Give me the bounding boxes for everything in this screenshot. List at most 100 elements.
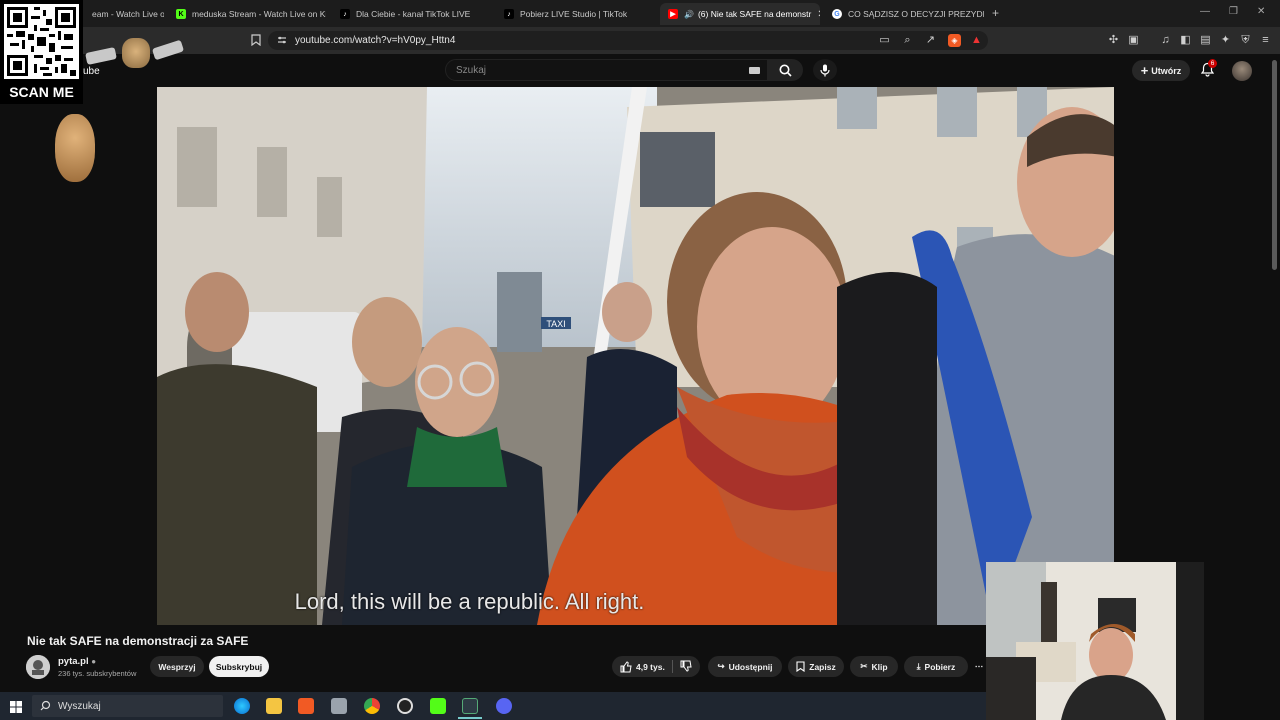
bookmark-icon[interactable]: [249, 34, 262, 47]
edge-icon[interactable]: [234, 698, 250, 714]
like-button[interactable]: 4,9 tys.: [620, 660, 665, 673]
cast-icon[interactable]: ▭: [878, 34, 891, 47]
page-scrollbar[interactable]: [1272, 60, 1277, 270]
keyboard-icon[interactable]: [749, 67, 760, 74]
browser-tab[interactable]: eam - Watch Live on: [84, 3, 164, 25]
save-button[interactable]: Zapisz: [788, 656, 844, 677]
tiktok-icon: ♪: [504, 9, 514, 19]
download-button[interactable]: ⤓ Pobierz: [904, 656, 968, 677]
chrome-icon[interactable]: [364, 698, 380, 714]
share-page-icon[interactable]: ↗: [924, 34, 937, 47]
webcam-overlay: [986, 562, 1204, 720]
search-icon: [779, 64, 792, 77]
like-count: 4,9 tys.: [636, 661, 665, 672]
kick-icon: K: [176, 9, 186, 19]
clip-button[interactable]: ✂ Klip: [850, 656, 898, 677]
tab-title: eam - Watch Live on: [92, 9, 164, 19]
file-explorer-icon[interactable]: [266, 698, 282, 714]
zoom-icon[interactable]: ⌕: [901, 34, 914, 47]
streaming-app-icon[interactable]: [462, 698, 478, 714]
minimize-icon[interactable]: —: [1200, 6, 1210, 17]
share-label: Udostępnij: [728, 661, 773, 672]
voice-search-button[interactable]: [813, 59, 837, 81]
tab-title: meduska Stream - Watch Live on Kick: [192, 9, 326, 19]
brave-rewards-icon[interactable]: ▲: [970, 34, 983, 47]
browser-tab-bar: eam - Watch Live on K meduska Stream - W…: [0, 0, 1280, 27]
audio-icon: 🔊: [684, 9, 694, 19]
thumbs-down-icon: [680, 660, 692, 672]
browser-tab[interactable]: K meduska Stream - Watch Live on Kick: [168, 3, 326, 25]
browser-tab-active[interactable]: ▶ 🔊 (6) Nie tak SAFE na demonstr ✕: [660, 3, 820, 25]
browser-tab[interactable]: G CO SĄDZISZ O DECYZJI PREZYDENTA: [824, 3, 984, 25]
video-subtitle: Lord, this will be a republic. All right…: [294, 589, 645, 614]
browser-tab[interactable]: ♪ Pobierz LIVE Studio | TikTok: [496, 3, 656, 25]
like-dislike-group: 4,9 tys.: [612, 656, 700, 677]
subscriber-count: 236 tys. subskrybentów: [58, 669, 137, 678]
account-avatar[interactable]: [1232, 61, 1252, 81]
browser-tab[interactable]: ♪ Dla Ciebie - kanał TikTok LIVE: [332, 3, 492, 25]
sidebar-icon[interactable]: ◧: [1179, 34, 1192, 47]
site-info-icon[interactable]: [277, 35, 287, 48]
wallet-icon[interactable]: ▤: [1199, 34, 1212, 47]
download-label: Pobierz: [924, 661, 956, 672]
channel-name-text: pyta.pl: [58, 656, 89, 667]
tab-title: (6) Nie tak SAFE na demonstr: [697, 9, 812, 19]
new-tab-button[interactable]: +: [992, 6, 999, 20]
url-text: youtube.com/watch?v=hV0py_Httn4: [295, 35, 456, 46]
like-divider: [672, 660, 673, 673]
channel-name[interactable]: pyta.pl ●: [58, 656, 96, 667]
support-button[interactable]: Wesprzyj: [150, 656, 204, 677]
close-window-icon[interactable]: ✕: [1257, 6, 1265, 17]
kick-app-icon[interactable]: [430, 698, 446, 714]
qr-code[interactable]: [4, 4, 79, 79]
music-icon[interactable]: ♫: [1159, 34, 1172, 47]
obs-icon[interactable]: [397, 698, 413, 714]
dislike-button[interactable]: [680, 660, 692, 674]
discord-icon[interactable]: [496, 698, 512, 714]
brave-icon[interactable]: [298, 698, 314, 714]
notification-badge: 6: [1208, 59, 1217, 68]
active-app-indicator: [458, 717, 482, 719]
restore-icon[interactable]: ❐: [1229, 6, 1238, 17]
share-button[interactable]: ↪ Udostępnij: [708, 656, 782, 677]
extensions-icon[interactable]: ✣: [1107, 34, 1120, 47]
vpn-shield-icon[interactable]: ⛨: [1239, 34, 1252, 47]
search-button[interactable]: [767, 59, 803, 81]
thumbs-up-icon: [620, 660, 632, 672]
subscribe-button[interactable]: Subskrybuj: [209, 656, 269, 677]
subscribe-label: Subskrybuj: [215, 661, 263, 672]
video-title: Nie tak SAFE na demonstracji za SAFE: [27, 634, 249, 648]
taskbar-search-placeholder: Wyszukaj: [58, 700, 101, 712]
more-actions-button[interactable]: ⋯: [972, 656, 986, 677]
share-icon: ↪: [717, 661, 725, 671]
save-label: Zapisz: [809, 661, 836, 672]
google-icon: G: [832, 9, 842, 19]
verified-icon: ●: [91, 657, 97, 666]
youtube-logo[interactable]: ube: [83, 66, 100, 77]
brave-shield-icon[interactable]: ◈: [948, 34, 961, 47]
hamster-sticker: [55, 114, 95, 182]
menu-icon[interactable]: ≡: [1259, 34, 1272, 47]
tab-close-icon[interactable]: ✕: [811, 9, 820, 20]
more-icon: ⋯: [974, 661, 984, 671]
channel-avatar[interactable]: [26, 655, 50, 679]
search-placeholder: Szukaj: [456, 64, 487, 76]
windows-start-icon[interactable]: [10, 700, 22, 718]
taskbar-search-input[interactable]: Wyszukaj: [32, 695, 223, 717]
tab-title: CO SĄDZISZ O DECYZJI PREZYDENTA: [848, 9, 984, 19]
video-player[interactable]: TAXI Lord, this will be a republic. All …: [157, 87, 1114, 625]
clip-label: Klip: [871, 661, 888, 672]
create-button[interactable]: + Utwórz: [1132, 60, 1190, 81]
tab-title: Dla Ciebie - kanał TikTok LIVE: [356, 9, 471, 19]
leo-ai-icon[interactable]: ✦: [1219, 34, 1232, 47]
microphone-icon: [820, 64, 830, 76]
tab-title: Pobierz LIVE Studio | TikTok: [520, 9, 628, 19]
youtube-header: ube Szukaj + Utwórz 6: [0, 54, 1280, 87]
taskbar-search-icon: [40, 700, 51, 714]
tiktok-icon: ♪: [340, 9, 350, 19]
create-label: Utwórz: [1151, 65, 1182, 76]
screenshot-icon[interactable]: ▣: [1127, 34, 1140, 47]
search-input[interactable]: Szukaj: [445, 59, 768, 81]
notifications-button[interactable]: 6: [1200, 59, 1217, 82]
app-icon[interactable]: [331, 698, 347, 714]
